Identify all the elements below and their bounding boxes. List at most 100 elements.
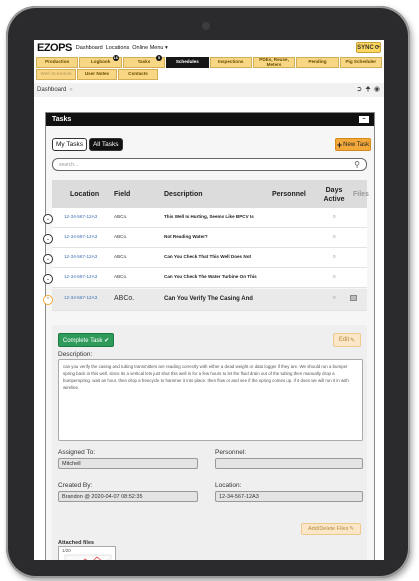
sync-button[interactable]: SYNC ⟳ [356,42,381,53]
header-files[interactable]: Files [353,191,369,198]
expand-icon[interactable]: ⌄ [43,234,53,244]
table-header: Location Field Description Personnel Day… [52,180,369,208]
description-label: Description: [58,351,93,358]
created-by-label: Created By: [58,482,93,489]
up-arrow-icon[interactable]: 🠉 [365,85,371,96]
row-location[interactable]: 12-34-567-12A3 [64,295,97,300]
row-days: 0 [333,234,336,239]
task-detail: Complete Task ✔ Edit ✎ Description: can y… [52,325,367,560]
nav-tasks[interactable]: Tasks 5 [122,55,166,68]
created-by-field[interactable]: Brandon @ 2020-04-07 08:52:35 [58,491,198,502]
collapse-icon[interactable]: ⌃ [43,295,53,305]
row-days: 0 [333,295,336,300]
row-description: This Well Is Hurting, Seems Like BPCV Is [164,214,254,219]
location-label: Location: [215,482,242,489]
personnel-field[interactable] [215,458,363,469]
plus-icon: + [336,139,343,150]
row-days: 0 [333,214,336,219]
nav-logbook[interactable]: Logbook 16 [79,55,122,68]
table-row[interactable]: ⌄ 12-34-567-12A3 ABCo. Not Reading Water… [43,228,367,248]
header-description[interactable]: Description [164,191,203,198]
menu-locations[interactable]: Locations [106,45,130,51]
expand-icon[interactable]: ⌄ [43,274,53,284]
file-image-icon[interactable] [350,295,357,301]
location-field[interactable]: 12-34-567-12A3 [215,491,363,502]
description-text[interactable]: can you verify the casing and tubing tra… [58,359,363,441]
nav-schedules[interactable]: Schedules [166,57,209,68]
tablet-frame: EZOPS Dashboard Locations Online Menu ▾ … [6,6,410,578]
breadcrumb: Dashboard » ➲ 🠉 ◉ [34,83,384,97]
attachment-thumbnail[interactable]: 1/20 [58,546,116,560]
nav-well-schedule[interactable]: Well Schedule [36,69,76,80]
nav-production[interactable]: Production [36,57,79,68]
nav-contacts[interactable]: Contacts [118,69,158,80]
row-description: Can You Check The Water Turbine On This [164,274,257,279]
new-task-button[interactable]: + New Task [335,138,371,151]
tab-my-tasks[interactable]: My Tasks [52,138,87,151]
row-field: ABCo. [114,214,128,219]
table-row[interactable]: ⌄ 12-34-567-12A3 ABCo. Can You Check The… [43,268,367,288]
header-days-active[interactable]: Days Active [322,186,346,204]
row-description: Can You Verify The Casing And [164,296,253,302]
row-field: ABCo. [114,254,128,259]
nav-pending[interactable]: Pending [296,57,339,68]
row-days: 0 [333,254,336,259]
breadcrumb-icons: ➲ 🠉 ◉ [356,85,380,96]
header-personnel[interactable]: Personnel [272,191,306,198]
panel-header: Tasks – [46,113,374,126]
tasks-panel: Tasks – My Tasks All Tasks + New Task sea… [43,112,375,560]
tasks-badge: 5 [156,55,163,61]
complete-task-button[interactable]: Complete Task ✔ [58,333,114,347]
logbook-badge: 16 [112,55,119,61]
row-field: ABCo. [114,274,128,279]
row-location[interactable]: 12-34-567-12A3 [64,234,97,239]
row-days: 0 [333,274,336,279]
nav-row-2: Well Schedule User Notes Contacts [34,69,384,80]
menu-dashboard[interactable]: Dashboard [76,45,103,51]
search-icon[interactable]: ⚲ [354,160,360,169]
table-row[interactable]: ⌄ 12-34-567-12A3 ABCo. Can You Check Tha… [43,248,367,268]
sync-icon: ⟳ [374,45,380,51]
row-field: ABCo. [114,295,135,302]
personnel-label: Personnel: [215,449,247,456]
expand-icon[interactable]: ⌄ [43,254,53,264]
nav-pig-scheduler[interactable]: Pig Scheduler [339,57,382,68]
eye-icon[interactable]: ◉ [374,85,380,96]
add-delete-files-button[interactable]: Add/Delete Files ✎ [301,523,361,535]
top-menu: Dashboard Locations Online Menu ▾ [76,45,168,51]
attachment-page-count: 1/20 [62,548,71,553]
nav-inspections[interactable]: Inspections [209,57,252,68]
tab-all-tasks[interactable]: All Tasks [88,138,123,151]
edit-button[interactable]: Edit ✎ [333,333,361,347]
row-field: ABCo. [114,234,128,239]
top-bar: EZOPS Dashboard Locations Online Menu ▾ … [34,40,384,56]
task-tabs: My Tasks All Tasks [52,138,123,151]
header-field[interactable]: Field [114,191,130,198]
row-description: Can You Check That This Well Does Not [164,254,252,259]
nav-pdes-reuse-meters[interactable]: PDEs, Reuse, Meters [252,57,296,68]
row-location[interactable]: 12-34-567-12A3 [64,254,97,259]
breadcrumb-separator: » [69,87,73,93]
nav-user-notes[interactable]: User Notes [77,69,117,80]
menu-online[interactable]: Online Menu ▾ [132,45,167,51]
panel-title: Tasks [52,116,72,123]
search-input[interactable]: search... ⚲ [52,158,367,171]
edit-icon: ✎ [350,337,356,344]
nav-row-1: Production Logbook 16 Tasks 5 Schedules In… [34,55,384,68]
row-location[interactable]: 12-34-567-12A3 [64,214,97,219]
camera-dot [202,22,210,30]
row-description: Not Reading Water? [164,234,208,239]
app-screen: EZOPS Dashboard Locations Online Menu ▾ … [34,40,384,560]
export-icon[interactable]: ➲ [356,85,362,96]
assigned-to-label: Assigned To: [58,449,96,456]
row-location[interactable]: 12-34-567-12A3 [64,274,97,279]
header-location[interactable]: Location [70,191,99,198]
expand-icon[interactable]: ⌄ [43,214,53,224]
minimize-button[interactable]: – [359,116,369,123]
table-row[interactable]: ⌄ 12-34-567-12A3 ABCo. This Well Is Hurt… [43,208,367,228]
table-row-expanded[interactable]: ⌃ 12-34-567-12A3 ABCo. Can You Verify Th… [43,289,367,311]
breadcrumb-dashboard[interactable]: Dashboard [37,87,66,93]
app-logo[interactable]: EZOPS [37,42,72,54]
assigned-to-field[interactable]: Mitchell [58,458,198,469]
